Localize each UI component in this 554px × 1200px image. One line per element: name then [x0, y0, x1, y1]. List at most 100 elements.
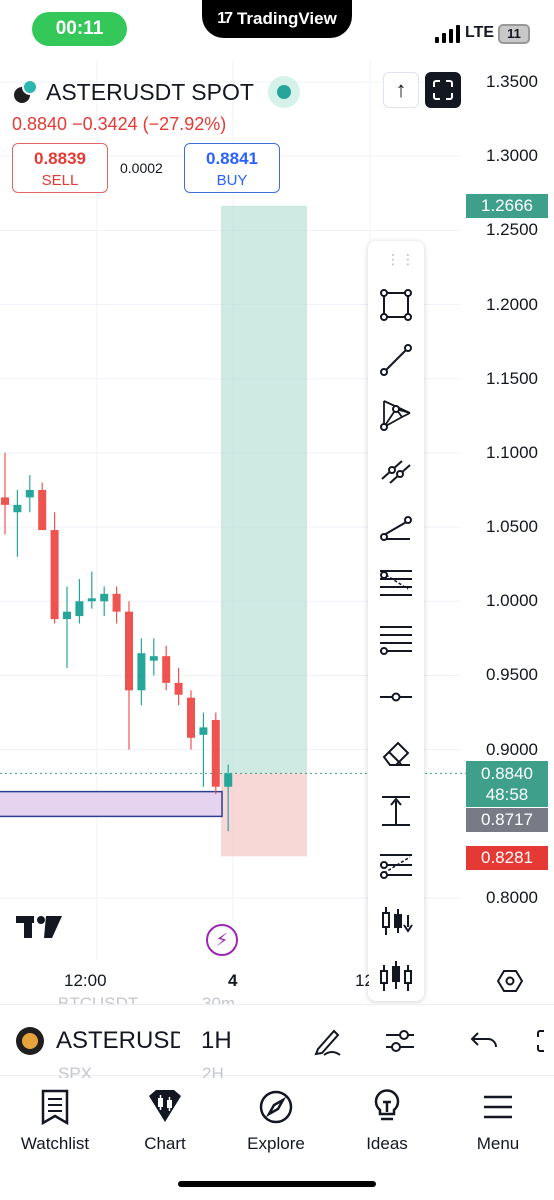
expand-icon — [433, 80, 453, 100]
nav-label-explore: Explore — [247, 1134, 305, 1153]
drawing-pen-icon[interactable] — [310, 1023, 346, 1059]
nav-explore[interactable]: Explore — [221, 1088, 331, 1154]
candle-body-12 — [149, 656, 158, 661]
candles-icon[interactable] — [376, 957, 416, 997]
nav-label-ideas: Ideas — [366, 1134, 408, 1153]
signal-icon — [435, 25, 460, 43]
candle-body-16 — [199, 727, 208, 735]
market-status-icon[interactable] — [267, 76, 300, 108]
entry-price-label: 0.8717 — [466, 808, 548, 832]
watchlist-icon — [41, 1089, 69, 1126]
candle-body-18 — [224, 773, 233, 787]
hamburger-icon — [484, 1095, 512, 1119]
spread-value: 0.0002 — [120, 160, 163, 176]
compass-icon — [259, 1090, 293, 1124]
nav-ideas[interactable]: Ideas — [332, 1088, 442, 1154]
stop-price-label: 0.8281 — [466, 846, 548, 870]
battery-level: 11 — [507, 26, 521, 41]
nav-label-watchlist: Watchlist — [20, 1134, 90, 1153]
price-tick-4: 1.1500 — [486, 368, 538, 388]
sell-button[interactable]: 0.8839 SELL — [12, 143, 108, 193]
drawing-toolbar[interactable]: ⋮⋮ — [368, 241, 424, 1001]
loss-zone — [221, 773, 307, 857]
indicators-icon[interactable] — [382, 1023, 418, 1059]
price-tick-0: 1.3500 — [486, 72, 538, 91]
symbol-search-button[interactable]: ASTERUSDT — [56, 1027, 180, 1055]
candle-body-2 — [25, 490, 34, 498]
interval-button[interactable]: 1H — [201, 1027, 232, 1055]
horizontal-ray-icon[interactable] — [376, 677, 416, 717]
candle-body-10 — [125, 611, 133, 691]
candle-body-4 — [50, 530, 59, 620]
candle-body-9 — [112, 593, 121, 612]
price-change-pct: (−27.92%) — [142, 114, 227, 134]
nav-menu[interactable]: Menu — [443, 1088, 553, 1154]
candle-body-8 — [100, 593, 109, 602]
candle-body-7 — [87, 598, 96, 602]
dynamic-island: 17 TradingView — [202, 0, 352, 38]
price-tick-9: 0.9000 — [486, 739, 538, 759]
nav-label-chart: Chart — [144, 1134, 186, 1153]
candle-body-13 — [162, 656, 171, 683]
price-tick-1: 1.3000 — [486, 146, 538, 166]
fullscreen-button[interactable] — [425, 72, 461, 108]
fib-icon[interactable] — [376, 845, 416, 885]
home-indicator — [178, 1181, 376, 1187]
symbol-header[interactable]: ASTERUSDT SPOT — [12, 76, 300, 108]
time-label-12: 12 — [355, 971, 369, 990]
eraser-icon[interactable] — [376, 733, 416, 773]
time-label-day: 4 — [228, 971, 238, 990]
support-zone-rect — [0, 790, 223, 818]
arrow-up-icon: ↑ — [395, 77, 407, 102]
scroll-up-button[interactable]: ↑ — [383, 72, 419, 108]
current-price-label: 0.8840 48:58 — [466, 761, 548, 807]
symbol-name[interactable]: ASTERUSDT SPOT — [46, 79, 254, 106]
candle-body-6 — [75, 601, 84, 617]
battery-icon: 11 — [498, 24, 530, 44]
trend-line-icon[interactable] — [376, 340, 416, 380]
sell-price: 0.8839 — [34, 149, 86, 168]
candle-body-5 — [63, 611, 71, 620]
candle-body-15 — [187, 697, 195, 738]
chart-nav-icon — [149, 1090, 181, 1122]
time-label-1200: 12:00 — [64, 971, 107, 990]
fullscreen-partial-icon[interactable] — [530, 1023, 554, 1059]
parallel-channel-icon[interactable] — [376, 451, 416, 491]
tradingview-logo — [16, 916, 62, 938]
pitchfork-icon[interactable] — [376, 563, 416, 603]
price-tick-2: 1.2500 — [486, 220, 538, 240]
drag-handle-icon[interactable]: ⋮⋮ — [386, 251, 416, 268]
chart-settings-icon[interactable] — [497, 968, 523, 994]
undo-icon[interactable] — [466, 1023, 502, 1059]
nav-label-menu: Menu — [476, 1134, 520, 1153]
target-price-label: 1.2666 — [466, 194, 548, 218]
xabcd-pattern-icon[interactable] — [376, 395, 416, 435]
candle-body-0 — [1, 497, 9, 505]
measure-icon[interactable] — [376, 791, 416, 831]
price-tick-8: 0.9500 — [486, 665, 538, 685]
horizontal-lines-icon[interactable] — [376, 619, 416, 659]
rectangle-icon[interactable] — [376, 285, 416, 325]
quote-line: 0.8840 −0.3424 (−27.92%) — [12, 114, 226, 135]
network-label: LTE — [465, 24, 495, 41]
price-tick-7: 1.0000 — [486, 591, 538, 611]
tradingview-mini-logo: 17 — [217, 10, 233, 27]
bar-countdown: 48:58 — [485, 785, 529, 804]
price-change: −0.3424 — [72, 114, 138, 134]
nav-chart[interactable]: Chart — [110, 1088, 220, 1154]
lightbulb-icon — [374, 1089, 400, 1121]
nav-watchlist[interactable]: Watchlist — [0, 1088, 110, 1154]
sell-label: SELL — [41, 172, 79, 189]
current-price: 0.8840 — [481, 764, 533, 783]
flash-icon[interactable]: ⚡ — [206, 924, 238, 956]
buy-price: 0.8841 — [206, 149, 258, 168]
buy-button[interactable]: 0.8841 BUY — [184, 143, 280, 193]
candles-down-icon[interactable] — [376, 901, 416, 941]
candle-body-1 — [13, 504, 22, 513]
candle-body-3 — [38, 490, 47, 531]
island-app-name: TradingView — [236, 9, 337, 28]
status-time-pill: 00:11 — [32, 12, 127, 46]
ray-icon[interactable] — [376, 507, 416, 547]
profit-zone — [221, 205, 307, 774]
coin-pair-icon — [12, 79, 38, 105]
